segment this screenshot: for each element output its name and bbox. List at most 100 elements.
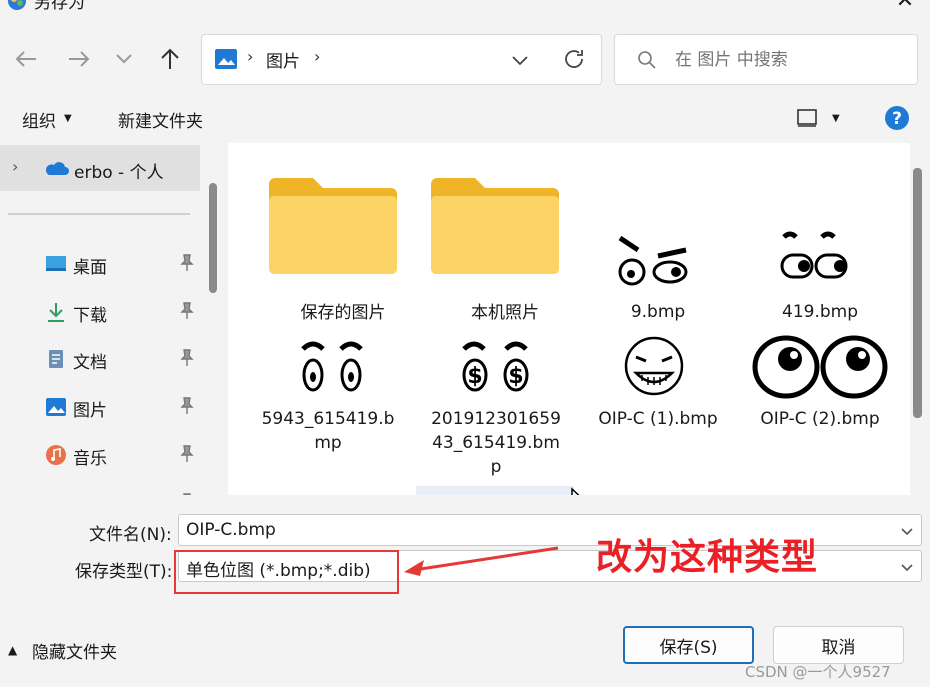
annotation-text: 改为这种类型: [596, 537, 819, 578]
save-button[interactable]: 保存(S): [623, 626, 754, 664]
close-icon: ✕: [895, 0, 915, 13]
file-list-scrollbar[interactable]: [913, 168, 922, 418]
app-icon: [8, 0, 26, 10]
file-name: 本机照片: [471, 303, 539, 323]
caret-up-icon[interactable]: ▲: [8, 643, 17, 657]
title-bar: 另存为 ✕: [0, 0, 930, 22]
sidebar-item-videos[interactable]: 视频: [0, 483, 200, 495]
sidebar-item-label: 图片: [73, 401, 107, 421]
sidebar-item-label: 音乐: [73, 449, 107, 469]
file-name-line: p: [490, 457, 502, 477]
command-bar: 组织 ▼ 新建文件夹 ▼ ?: [0, 95, 930, 143]
pin-icon: [180, 397, 194, 414]
filename-label: 文件名(N):: [89, 525, 172, 545]
svg-text:$: $: [508, 364, 523, 389]
organize-button[interactable]: 组织: [22, 107, 56, 132]
sidebar-item-label: 文档: [73, 353, 107, 373]
image-thumbnail: [618, 335, 690, 397]
svg-text:$: $: [467, 364, 482, 389]
folder-icon: [269, 178, 397, 274]
breadcrumb-separator: ›: [247, 47, 254, 66]
file-list: 保存的图片 本机照片 9.bmp 419.bmp 5943_615419.b m…: [228, 143, 910, 495]
cancel-button[interactable]: 取消: [773, 626, 904, 664]
breadcrumb-pictures[interactable]: 图片: [266, 47, 300, 72]
image-thumbnail: [293, 335, 373, 397]
image-thumbnail: $ $: [454, 335, 538, 397]
chevron-right-icon[interactable]: ›: [12, 157, 18, 176]
file-name: OIP-C (2).bmp: [760, 409, 880, 429]
arrow-right-icon: [69, 51, 90, 67]
recent-locations-button[interactable]: [107, 42, 141, 76]
pin-icon: [180, 254, 194, 271]
search-input[interactable]: [675, 48, 905, 72]
pictures-icon: [215, 49, 237, 69]
save-options-panel: 文件名(N): OIP-C.bmp 保存类型(T): 单色位图 (*.bmp;*…: [0, 495, 930, 687]
image-thumbnail: [776, 225, 856, 293]
refresh-icon[interactable]: [562, 47, 586, 71]
divider: [8, 213, 190, 215]
desktop-icon: [46, 256, 66, 271]
file-item-image[interactable]: 5943_615419.b mp: [248, 335, 408, 455]
sidebar-item-pictures[interactable]: 图片: [0, 387, 200, 427]
sidebar-item-label: 桌面: [73, 258, 107, 278]
search-icon: [638, 51, 656, 69]
file-item-image[interactable]: 419.bmp: [740, 225, 900, 328]
file-name-line: 43_615419.bm: [432, 433, 560, 453]
sidebar-item-desktop[interactable]: 桌面: [0, 244, 200, 284]
filename-value[interactable]: OIP-C.bmp: [186, 520, 276, 540]
watermark: CSDN @一个人9527: [745, 663, 891, 681]
breadcrumb-separator[interactable]: ›: [314, 47, 320, 66]
chevron-down-icon: [116, 54, 132, 64]
address-dropdown-icon[interactable]: [508, 48, 532, 72]
forward-button[interactable]: [62, 42, 96, 76]
file-item-image[interactable]: $ $ 201912301659 43_615419.bm p: [416, 335, 576, 477]
file-item-image[interactable]: OIP-C (1).bmp: [578, 335, 738, 435]
new-folder-button[interactable]: 新建文件夹: [118, 107, 203, 132]
search-box[interactable]: [614, 34, 918, 85]
annotation-arrow-icon: [404, 546, 559, 576]
window-title: 另存为: [34, 0, 85, 13]
sidebar-scrollbar[interactable]: [209, 183, 217, 293]
file-name-line: mp: [314, 433, 342, 453]
sidebar-item-downloads[interactable]: 下载: [0, 292, 200, 332]
close-button[interactable]: ✕: [880, 0, 930, 20]
sidebar-item-label: erbo - 个人: [74, 163, 164, 183]
pin-icon: [180, 302, 194, 319]
image-thumbnail: [606, 230, 706, 294]
sidebar-item-label: 下载: [73, 306, 107, 326]
address-bar[interactable]: › 图片 ›: [201, 34, 602, 85]
file-item-image[interactable]: 9.bmp: [578, 228, 738, 328]
chevron-down-icon[interactable]: [899, 523, 915, 539]
help-icon[interactable]: ?: [884, 105, 910, 131]
arrow-left-icon: [15, 51, 36, 67]
onedrive-cloud-icon: [45, 162, 69, 175]
back-button[interactable]: [9, 42, 43, 76]
sidebar-item-music[interactable]: 音乐: [0, 435, 200, 475]
svg-text:?: ?: [892, 109, 902, 129]
chevron-down-icon[interactable]: [899, 559, 915, 575]
caret-down-icon[interactable]: ▼: [64, 113, 72, 124]
file-name: 419.bmp: [782, 302, 858, 322]
document-icon: [49, 350, 63, 368]
image-thumbnail: [750, 335, 890, 399]
filetype-label: 保存类型(T):: [75, 562, 173, 582]
file-name-line: 201912301659: [431, 409, 561, 429]
annotation-highlight-box: [174, 550, 399, 594]
file-name-line: 5943_615419.b: [261, 409, 395, 429]
view-options-icon[interactable]: [796, 108, 818, 128]
pictures-icon: [46, 398, 66, 416]
file-item-folder[interactable]: 保存的图片: [263, 168, 423, 328]
folder-icon: [431, 178, 559, 274]
pin-icon: [180, 349, 194, 366]
music-icon: [46, 445, 66, 465]
file-name: 9.bmp: [630, 302, 686, 322]
arrow-up-icon: [161, 48, 179, 69]
hide-folders-button[interactable]: 隐藏文件夹: [32, 638, 117, 663]
sidebar-item-documents[interactable]: 文档: [0, 339, 200, 379]
caret-down-icon[interactable]: ▼: [832, 113, 840, 124]
up-button[interactable]: [153, 42, 187, 76]
download-icon: [48, 303, 64, 322]
sidebar-item-onedrive[interactable]: › erbo - 个人: [0, 145, 200, 191]
file-item-folder[interactable]: 本机照片: [425, 168, 585, 328]
file-item-image[interactable]: OIP-C (2).bmp: [740, 335, 900, 435]
